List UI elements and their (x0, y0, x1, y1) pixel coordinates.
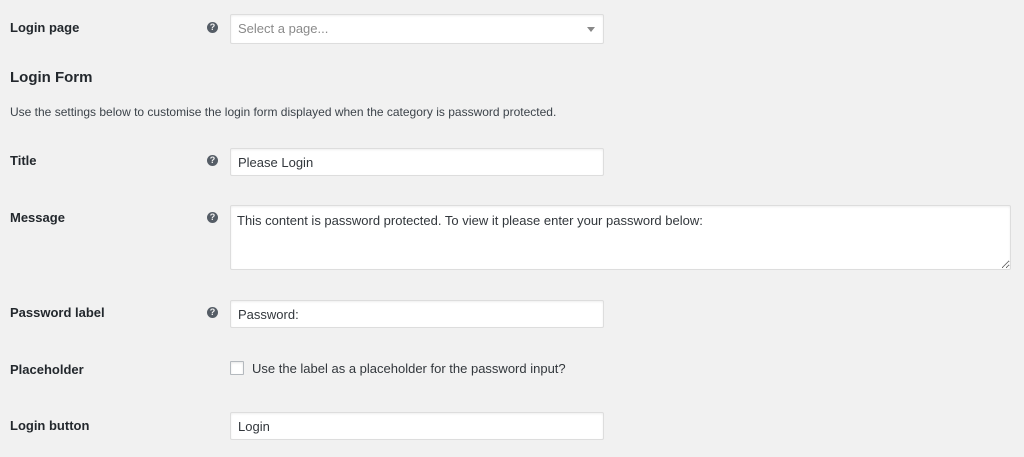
password-label-help-icon[interactable]: ? (207, 307, 218, 318)
message-help-icon[interactable]: ? (207, 212, 218, 223)
login-page-select[interactable]: Select a page... (230, 14, 604, 44)
message-label: Message (10, 210, 65, 225)
message-textarea[interactable]: This content is password protected. To v… (230, 205, 1011, 270)
title-help-icon[interactable]: ? (207, 155, 218, 166)
login-button-input[interactable] (230, 412, 604, 440)
placeholder-label: Placeholder (10, 362, 84, 377)
placeholder-checkbox[interactable] (230, 361, 244, 375)
login-button-label: Login button (10, 418, 90, 433)
title-input[interactable] (230, 148, 604, 176)
login-page-label: Login page (10, 20, 80, 35)
login-page-help-icon[interactable]: ? (207, 22, 218, 33)
settings-page: Login page ? Select a page... Login Form… (0, 0, 1024, 457)
password-label-label: Password label (10, 305, 105, 320)
password-label-input[interactable] (230, 300, 604, 328)
login-form-description: Use the settings below to customise the … (10, 105, 557, 119)
title-label: Title (10, 153, 37, 168)
login-form-heading: Login Form (10, 69, 93, 86)
chevron-down-icon (587, 27, 595, 32)
placeholder-checkbox-label[interactable]: Use the label as a placeholder for the p… (252, 361, 566, 376)
login-page-select-placeholder: Select a page... (238, 21, 329, 36)
